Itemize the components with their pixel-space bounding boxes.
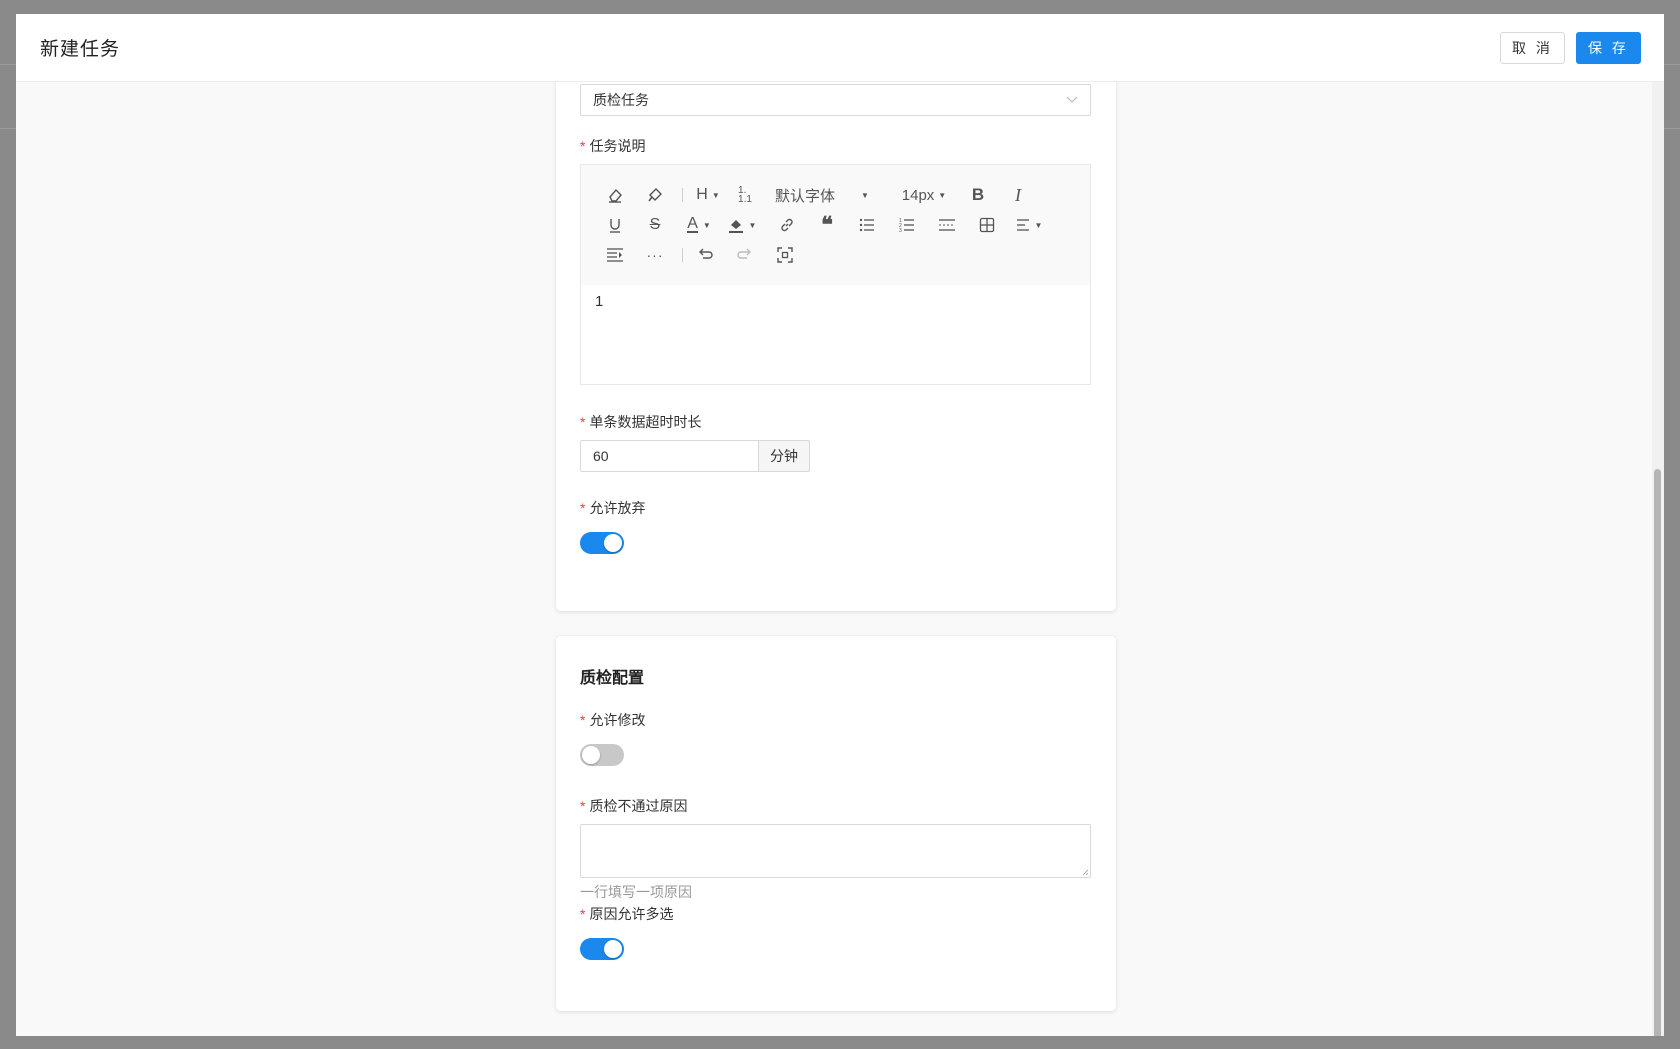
modal-title: 新建任务	[40, 39, 121, 60]
timeout-unit: 分钟	[758, 440, 810, 472]
scrollbar-thumb[interactable]	[1654, 469, 1661, 1036]
heading-icon[interactable]: H ▼	[693, 183, 723, 207]
rich-text-editor: H ▼ 1. 1.1 默认字体 ▼ 14px ▼ B I S A ▼ ▼ ❝ 1…	[580, 164, 1091, 385]
qc-config-title: 质检配置	[580, 670, 645, 687]
fail-reason-textarea[interactable]	[580, 824, 1091, 878]
new-task-modal: 新建任务 取 消 保 存 质检任务 * 任务说明 H ▼ 1. 1.1 默认字体…	[16, 14, 1664, 1036]
format-painter-icon[interactable]	[643, 183, 667, 207]
fail-reason-hint: 一行填写一项原因	[580, 884, 692, 900]
task-type-select[interactable]: 质检任务	[580, 84, 1091, 116]
divider-icon[interactable]	[935, 213, 959, 237]
fullscreen-icon[interactable]	[773, 243, 797, 267]
underline-icon[interactable]	[603, 213, 627, 237]
font-family-select[interactable]: 默认字体 ▼	[775, 183, 880, 207]
allow-abandon-label: * 允许放弃	[580, 500, 646, 516]
background-color-icon[interactable]: ▼	[725, 213, 759, 237]
basic-info-card: 质检任务 * 任务说明 H ▼ 1. 1.1 默认字体 ▼ 14px ▼ B I…	[556, 14, 1116, 611]
editor-toolbar: H ▼ 1. 1.1 默认字体 ▼ 14px ▼ B I S A ▼ ▼ ❝ 1…	[581, 165, 1090, 285]
allow-modify-label: * 允许修改	[580, 712, 646, 728]
timeout-label: * 单条数据超时时长	[580, 414, 702, 430]
description-label: * 任务说明	[580, 138, 646, 154]
fail-reason-label: * 质检不通过原因	[580, 798, 688, 814]
eraser-icon[interactable]	[603, 183, 627, 207]
more-icon[interactable]: ···	[643, 243, 667, 267]
editor-content[interactable]: 1	[595, 293, 603, 310]
link-icon[interactable]	[775, 213, 799, 237]
task-type-value: 质检任务	[593, 92, 649, 108]
italic-icon[interactable]: I	[1006, 183, 1030, 207]
resize-grip-icon[interactable]	[1081, 868, 1089, 876]
save-button[interactable]: 保 存	[1576, 32, 1641, 64]
line-height-icon[interactable]: 1. 1.1	[733, 183, 757, 207]
bullet-list-icon[interactable]	[855, 213, 879, 237]
font-size-value: 14px	[901, 186, 935, 204]
cancel-button[interactable]: 取 消	[1500, 32, 1565, 64]
font-color-icon[interactable]: A ▼	[683, 213, 715, 237]
ordered-list-icon[interactable]: 123	[895, 213, 919, 237]
qc-config-card: 质检配置 * 允许修改 * 质检不通过原因 一行填写一项原因 * 原因允许多选	[556, 636, 1116, 1011]
vertical-scrollbar[interactable]	[1652, 81, 1664, 1036]
quote-icon[interactable]: ❝	[815, 212, 839, 237]
strikethrough-icon[interactable]: S	[643, 213, 667, 237]
indent-icon[interactable]	[603, 243, 627, 267]
allow-modify-switch[interactable]	[580, 744, 624, 766]
table-icon[interactable]	[975, 213, 999, 237]
multi-select-switch[interactable]	[580, 938, 624, 960]
allow-abandon-switch[interactable]	[580, 532, 624, 554]
multi-select-label: * 原因允许多选	[580, 906, 674, 922]
align-icon[interactable]: ▼	[1013, 213, 1045, 237]
undo-icon[interactable]	[693, 243, 717, 267]
redo-icon[interactable]	[733, 243, 757, 267]
bold-icon[interactable]: B	[966, 183, 990, 207]
chevron-down-icon	[1066, 96, 1078, 103]
modal-header: 新建任务 取 消 保 存	[16, 14, 1664, 82]
svg-text:3: 3	[899, 228, 902, 233]
font-family-value: 默认字体	[775, 187, 836, 205]
font-size-select[interactable]: 14px ▼	[899, 183, 949, 207]
timeout-input[interactable]: 60	[580, 440, 758, 472]
